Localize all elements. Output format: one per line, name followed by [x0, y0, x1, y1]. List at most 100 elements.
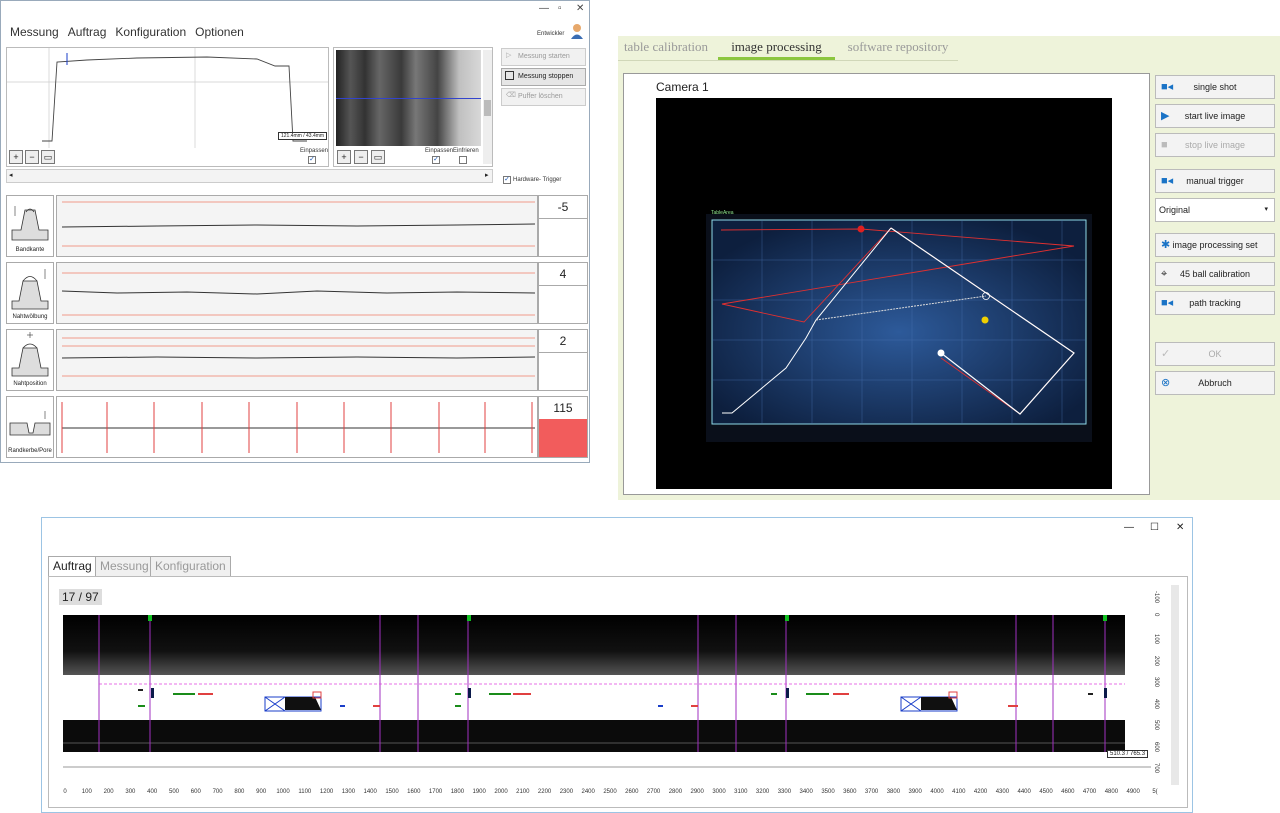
einpassen-checkbox[interactable]: ✓ — [308, 156, 316, 164]
manual-trigger-button[interactable]: ■◂ manual trigger — [1155, 169, 1275, 193]
view-mode-select[interactable]: Original ▾ — [1155, 198, 1275, 222]
maximize-button[interactable]: ☐ — [1150, 522, 1159, 533]
camera-icon: ■◂ — [1161, 175, 1174, 187]
x-tick-label: 4600 — [1061, 789, 1075, 795]
x-tick-label: 1900 — [472, 789, 486, 795]
zoom-out-icon[interactable]: − — [25, 150, 39, 164]
stop-live-image-button[interactable]: ■ stop live image — [1155, 133, 1275, 157]
menu-bar: Messung Auftrag Konfiguration Optionen — [1, 23, 589, 41]
camera-frame: TableArea — [656, 98, 1112, 489]
image-processing-set-button[interactable]: ✱ image processing set — [1155, 233, 1275, 257]
einpassen-label: Einpassen — [425, 148, 454, 154]
check-icon: ✓ — [1161, 348, 1171, 360]
ok-button[interactable]: ✓ OK — [1155, 342, 1275, 366]
row-value-box: -5 — [538, 195, 588, 257]
x-tick-label: 3500 — [821, 789, 835, 795]
x-tick-label: 2300 — [559, 789, 574, 795]
minimize-button[interactable]: — — [1124, 522, 1134, 533]
scan-window: — ☐ ✕ Auftrag Messung Konfiguration 17 /… — [41, 517, 1193, 813]
clear-icon: ⌫ — [506, 92, 516, 99]
tab-software-repository[interactable]: software repository — [838, 36, 958, 60]
x-tick-label: 1800 — [450, 789, 465, 795]
x-tick-label: 400 — [147, 789, 158, 795]
weld-profile-icon: Bandkante — [6, 195, 54, 257]
x-tick-label: 1500 — [385, 789, 399, 795]
close-button[interactable]: ✕ — [576, 3, 584, 14]
x-tick-label: 900 — [256, 789, 267, 795]
x-tick-label: 2600 — [625, 789, 639, 795]
x-tick-label: 1200 — [319, 789, 334, 795]
play-icon: ▶ — [1161, 110, 1170, 122]
single-shot-button[interactable]: ■◂ single shot — [1155, 75, 1275, 99]
camera-scrollbar[interactable] — [483, 50, 492, 164]
camera-scanline — [336, 98, 481, 99]
user-avatar-icon[interactable] — [570, 23, 584, 39]
zoom-out-icon[interactable]: − — [354, 150, 368, 164]
einfrieren-checkbox[interactable] — [459, 156, 467, 164]
camera-title: Camera 1 — [656, 80, 709, 94]
start-live-image-button[interactable]: ▶ start live image — [1155, 104, 1275, 128]
menu-auftrag[interactable]: Auftrag — [68, 25, 107, 39]
path-tracking-button[interactable]: ■◂ path tracking — [1155, 291, 1275, 315]
camera-icon: ■◂ — [1161, 81, 1174, 93]
x-tick-label: 100 — [81, 789, 92, 795]
tab-table-calibration[interactable]: table calibration — [618, 36, 714, 60]
row-label: Nahtposition — [13, 381, 47, 387]
x-tick-label: 4100 — [952, 789, 966, 795]
zoom-in-icon[interactable]: + — [9, 150, 23, 164]
menu-messung[interactable]: Messung — [10, 25, 59, 39]
x-tick-label: 3400 — [799, 789, 813, 795]
x-tick-label: 1700 — [428, 789, 443, 795]
x-tick-label: 1100 — [298, 789, 312, 795]
x-tick-label: 600 — [190, 789, 201, 795]
maximize-button[interactable]: ▫ — [558, 3, 562, 14]
camera-view-panel: Camera 1 TableArea — [623, 73, 1150, 495]
x-tick-label: 200 — [103, 789, 114, 795]
x-tick-label: 2900 — [690, 789, 704, 795]
x-tick-label: 4900 — [1126, 789, 1140, 795]
x-tick-label: 0 — [63, 789, 67, 795]
x-tick-label: 3600 — [843, 789, 857, 795]
horizontal-scrollbar[interactable]: ◂ ▸ — [6, 169, 493, 183]
einpassen-checkbox[interactable]: ✓ — [432, 156, 440, 164]
hardware-trigger-label: Hardware- Trigger — [513, 177, 562, 183]
x-tick-label: 4300 — [995, 789, 1010, 795]
abbruch-button[interactable]: ⊗ Abbruch — [1155, 371, 1275, 395]
row-plot — [56, 329, 538, 391]
ball-calibration-button[interactable]: ⌖ 45 ball calibration — [1155, 262, 1275, 286]
x-tick-label: 2500 — [603, 789, 617, 795]
fit-view-icon[interactable]: ▭ — [371, 150, 385, 164]
menu-konfiguration[interactable]: Konfiguration — [115, 25, 186, 39]
scroll-thumb[interactable] — [484, 100, 491, 116]
x-tick-label: 3800 — [886, 789, 901, 795]
scroll-right-icon[interactable]: ▸ — [485, 171, 489, 179]
tab-image-processing[interactable]: image processing — [718, 36, 835, 60]
start-measurement-button[interactable]: Messung starten — [501, 48, 586, 66]
hardware-trigger-checkbox[interactable]: ✓ — [503, 176, 511, 184]
minimize-button[interactable]: — — [539, 3, 549, 14]
scroll-left-icon[interactable]: ◂ — [9, 171, 13, 179]
x-tick-label: 1600 — [407, 789, 421, 795]
x-tick-label: 1300 — [341, 789, 356, 795]
user-name: Entwickler — [537, 31, 565, 37]
vertical-scrollbar[interactable] — [1171, 585, 1179, 785]
x-tick-label: 4800 — [1104, 789, 1119, 795]
weld-position-icon: Nahtposition — [6, 329, 54, 391]
row-value: 4 — [559, 267, 567, 281]
row-nahtwoelbung: Nahtwölbung 4 — [6, 262, 588, 324]
tab-konfiguration[interactable]: Konfiguration — [150, 556, 231, 576]
scan-image — [63, 615, 1125, 752]
table-area-image — [706, 214, 1092, 442]
x-tick-label: 1400 — [363, 789, 377, 795]
zoom-in-icon[interactable]: + — [337, 150, 351, 164]
menu-optionen[interactable]: Optionen — [195, 25, 244, 39]
tab-auftrag[interactable]: Auftrag — [48, 556, 97, 576]
fit-view-icon[interactable]: ▭ — [41, 150, 55, 164]
tab-messung[interactable]: Messung — [95, 556, 154, 576]
y-tick-label: 0 — [1153, 612, 1159, 616]
x-tick-label: 4700 — [1082, 789, 1097, 795]
weld-notch-icon: Randkerbe/Pore — [6, 396, 54, 458]
row-plot — [56, 195, 538, 257]
close-button[interactable]: ✕ — [1176, 522, 1184, 533]
x-tick-label: 2800 — [668, 789, 683, 795]
